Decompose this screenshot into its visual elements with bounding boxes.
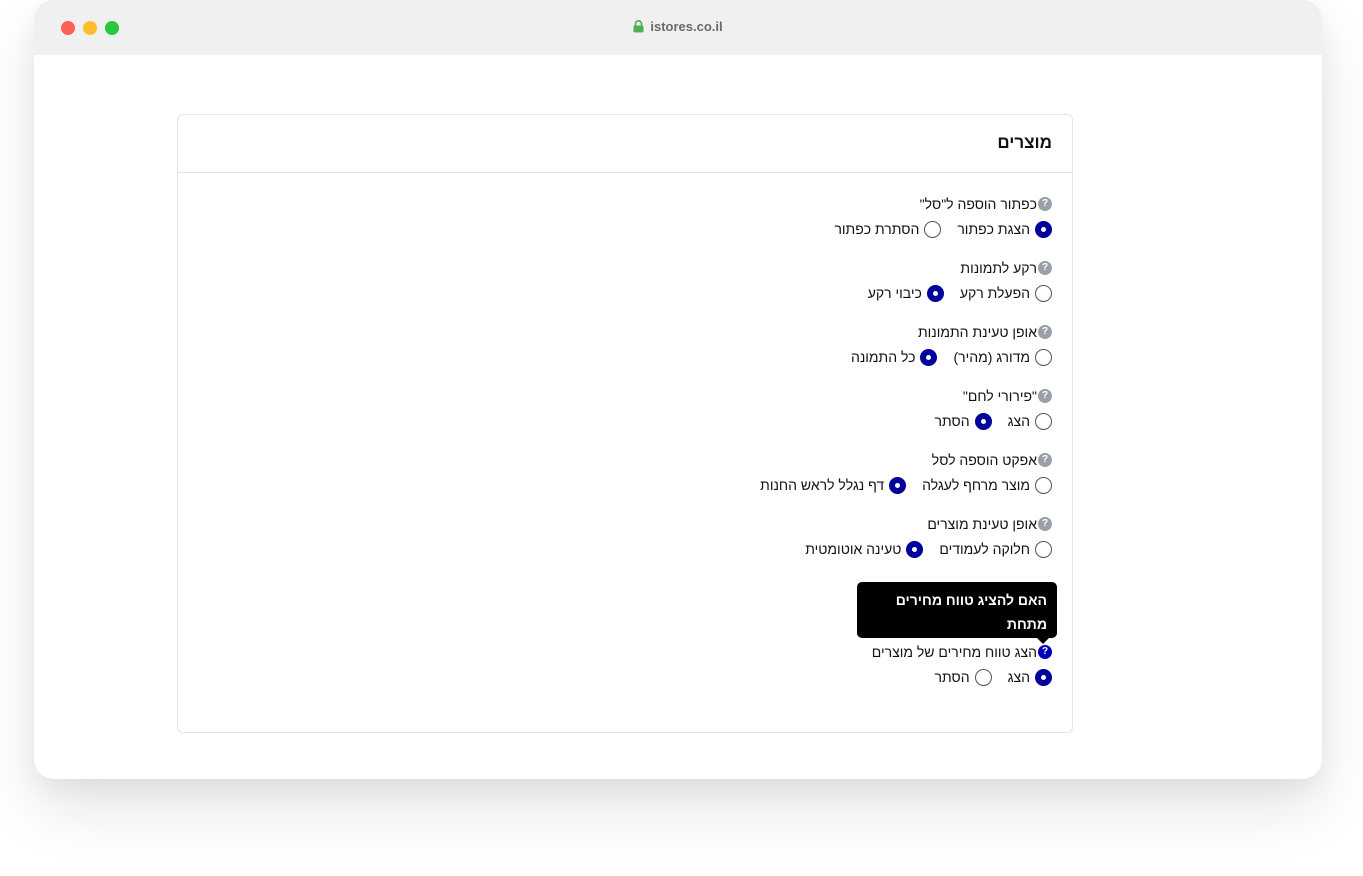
help-icon[interactable]: ? [1038, 389, 1052, 403]
setting-image-loading: ? אופן טעינת התמונות מדורג (מהיר) כל התמ… [252, 323, 1052, 387]
help-icon[interactable]: ? [1038, 325, 1052, 339]
radio-label: טעינה אוטומטית [805, 541, 902, 557]
radio-button-checked[interactable] [926, 284, 944, 302]
setting-label-text: אפקט הוספה לסל [931, 452, 1037, 468]
radio-option[interactable]: הסתר [934, 412, 992, 430]
browser-window: istores.co.il מוצרים ? כפתור הוספה ל"סל"… [34, 0, 1322, 779]
radio-option[interactable]: הסתר [934, 668, 992, 686]
radio-option[interactable]: כל התמונה [850, 348, 938, 366]
tooltip-line-1: האם להציג טווח מחירים מתחת [895, 592, 1047, 632]
radio-option[interactable]: מדורג (מהיר) [953, 348, 1052, 366]
radio-label: חלוקה לעמודים [939, 541, 1030, 557]
radio-label: הסתר [934, 413, 970, 429]
radio-button-checked[interactable] [889, 476, 907, 494]
setting-price-range: ? הצג טווח מחירים של מוצרים הצג הסתר [252, 643, 1052, 707]
setting-label: ? אופן טעינת התמונות [252, 323, 1052, 341]
help-icon[interactable]: ? [1038, 645, 1052, 659]
radio-option[interactable]: הסתרת כפתור [834, 220, 942, 238]
radio-label: מוצר מרחף לעגלה [922, 477, 1030, 493]
setting-label: ? כפתור הוספה ל"סל" [252, 195, 1052, 213]
setting-label: ? הצג טווח מחירים של מוצרים [252, 643, 1052, 661]
radio-label: הצגת כפתור [957, 221, 1030, 237]
setting-label-text: אופן טעינת התמונות [918, 324, 1037, 340]
radio-label: הסתר [934, 669, 970, 685]
address-bar[interactable]: istores.co.il [34, 19, 1322, 36]
radio-button-checked[interactable] [1035, 668, 1052, 686]
setting-label: ? רקע לתמונות [252, 259, 1052, 277]
radio-label: הצג [1007, 669, 1030, 685]
setting-label: ? אופן טעינת מוצרים [252, 515, 1052, 533]
radio-button[interactable] [1035, 476, 1052, 494]
setting-image-background: ? רקע לתמונות הפעלת רקע כיבוי רקע [252, 259, 1052, 323]
setting-cart-button: ? כפתור הוספה ל"סל" הצגת כפתור הסתרת כפת… [252, 195, 1052, 259]
url-text: istores.co.il [650, 19, 723, 34]
radio-label: הפעלת רקע [959, 285, 1030, 301]
card-header: מוצרים [178, 115, 1072, 173]
help-icon[interactable]: ? [1038, 261, 1052, 275]
setting-label-text: הצג טווח מחירים של מוצרים [871, 644, 1037, 660]
card-title: מוצרים [997, 133, 1052, 152]
radio-group: הצגת כפתור הסתרת כפתור [252, 219, 1052, 239]
setting-label: ? אפקט הוספה לסל [252, 451, 1052, 469]
radio-button[interactable] [1035, 540, 1052, 558]
radio-option[interactable]: דף נגלל לראש החנות [760, 476, 907, 494]
title-bar: istores.co.il [34, 0, 1322, 55]
radio-option[interactable]: הצגת כפתור [957, 220, 1052, 238]
radio-button[interactable] [1035, 412, 1052, 430]
radio-option[interactable]: כיבוי רקע [867, 284, 944, 302]
help-tooltip: האם להציג טווח מחירים מתחת למוצרים בחנות… [857, 582, 1057, 656]
radio-group: מדורג (מהיר) כל התמונה [252, 347, 1052, 367]
radio-button[interactable] [1035, 284, 1052, 302]
setting-add-to-cart-effect: ? אפקט הוספה לסל מוצר מרחף לעגלה דף נגלל… [252, 451, 1052, 515]
radio-option[interactable]: הצג [1007, 668, 1052, 686]
settings-list: ? כפתור הוספה ל"סל" הצגת כפתור הסתרת כפת… [252, 195, 1052, 579]
help-icon[interactable]: ? [1038, 197, 1052, 211]
radio-group: הפעלת רקע כיבוי רקע [252, 283, 1052, 303]
radio-option[interactable]: חלוקה לעמודים [939, 540, 1052, 558]
radio-label: הסתרת כפתור [834, 221, 920, 237]
radio-label: דף נגלל לראש החנות [760, 477, 885, 493]
setting-label: ? "פירורי לחם" [252, 387, 1052, 405]
radio-group: חלוקה לעמודים טעינה אוטומטית [252, 539, 1052, 559]
radio-option[interactable]: הצג [1007, 412, 1052, 430]
radio-button-checked[interactable] [920, 348, 938, 366]
radio-option[interactable]: טעינה אוטומטית [805, 540, 924, 558]
radio-group: מוצר מרחף לעגלה דף נגלל לראש החנות [252, 475, 1052, 495]
radio-button-checked[interactable] [1035, 220, 1052, 238]
setting-label-text: כפתור הוספה ל"סל" [919, 196, 1037, 212]
setting-label-text: "פירורי לחם" [962, 388, 1037, 404]
radio-label: כיבוי רקע [867, 285, 922, 301]
setting-label-text: רקע לתמונות [960, 260, 1037, 276]
radio-group: הצג הסתר [252, 667, 1052, 687]
radio-label: מדורג (מהיר) [953, 349, 1030, 365]
radio-button-checked[interactable] [906, 540, 924, 558]
lock-icon [633, 20, 644, 36]
radio-button[interactable] [974, 668, 992, 686]
setting-label-text: אופן טעינת מוצרים [927, 516, 1037, 532]
help-icon[interactable]: ? [1038, 453, 1052, 467]
radio-label: הצג [1007, 413, 1030, 429]
radio-button[interactable] [924, 220, 942, 238]
radio-option[interactable]: מוצר מרחף לעגלה [922, 476, 1052, 494]
radio-option[interactable]: הפעלת רקע [959, 284, 1052, 302]
radio-button[interactable] [1035, 348, 1052, 366]
setting-breadcrumbs: ? "פירורי לחם" הצג הסתר [252, 387, 1052, 451]
setting-product-loading: ? אופן טעינת מוצרים חלוקה לעמודים טעינה … [252, 515, 1052, 579]
radio-group: הצג הסתר [252, 411, 1052, 431]
radio-button-checked[interactable] [974, 412, 992, 430]
products-settings-card: מוצרים ? כפתור הוספה ל"סל" הצגת כפתור הס… [177, 114, 1073, 733]
radio-label: כל התמונה [850, 349, 916, 365]
help-icon[interactable]: ? [1038, 517, 1052, 531]
